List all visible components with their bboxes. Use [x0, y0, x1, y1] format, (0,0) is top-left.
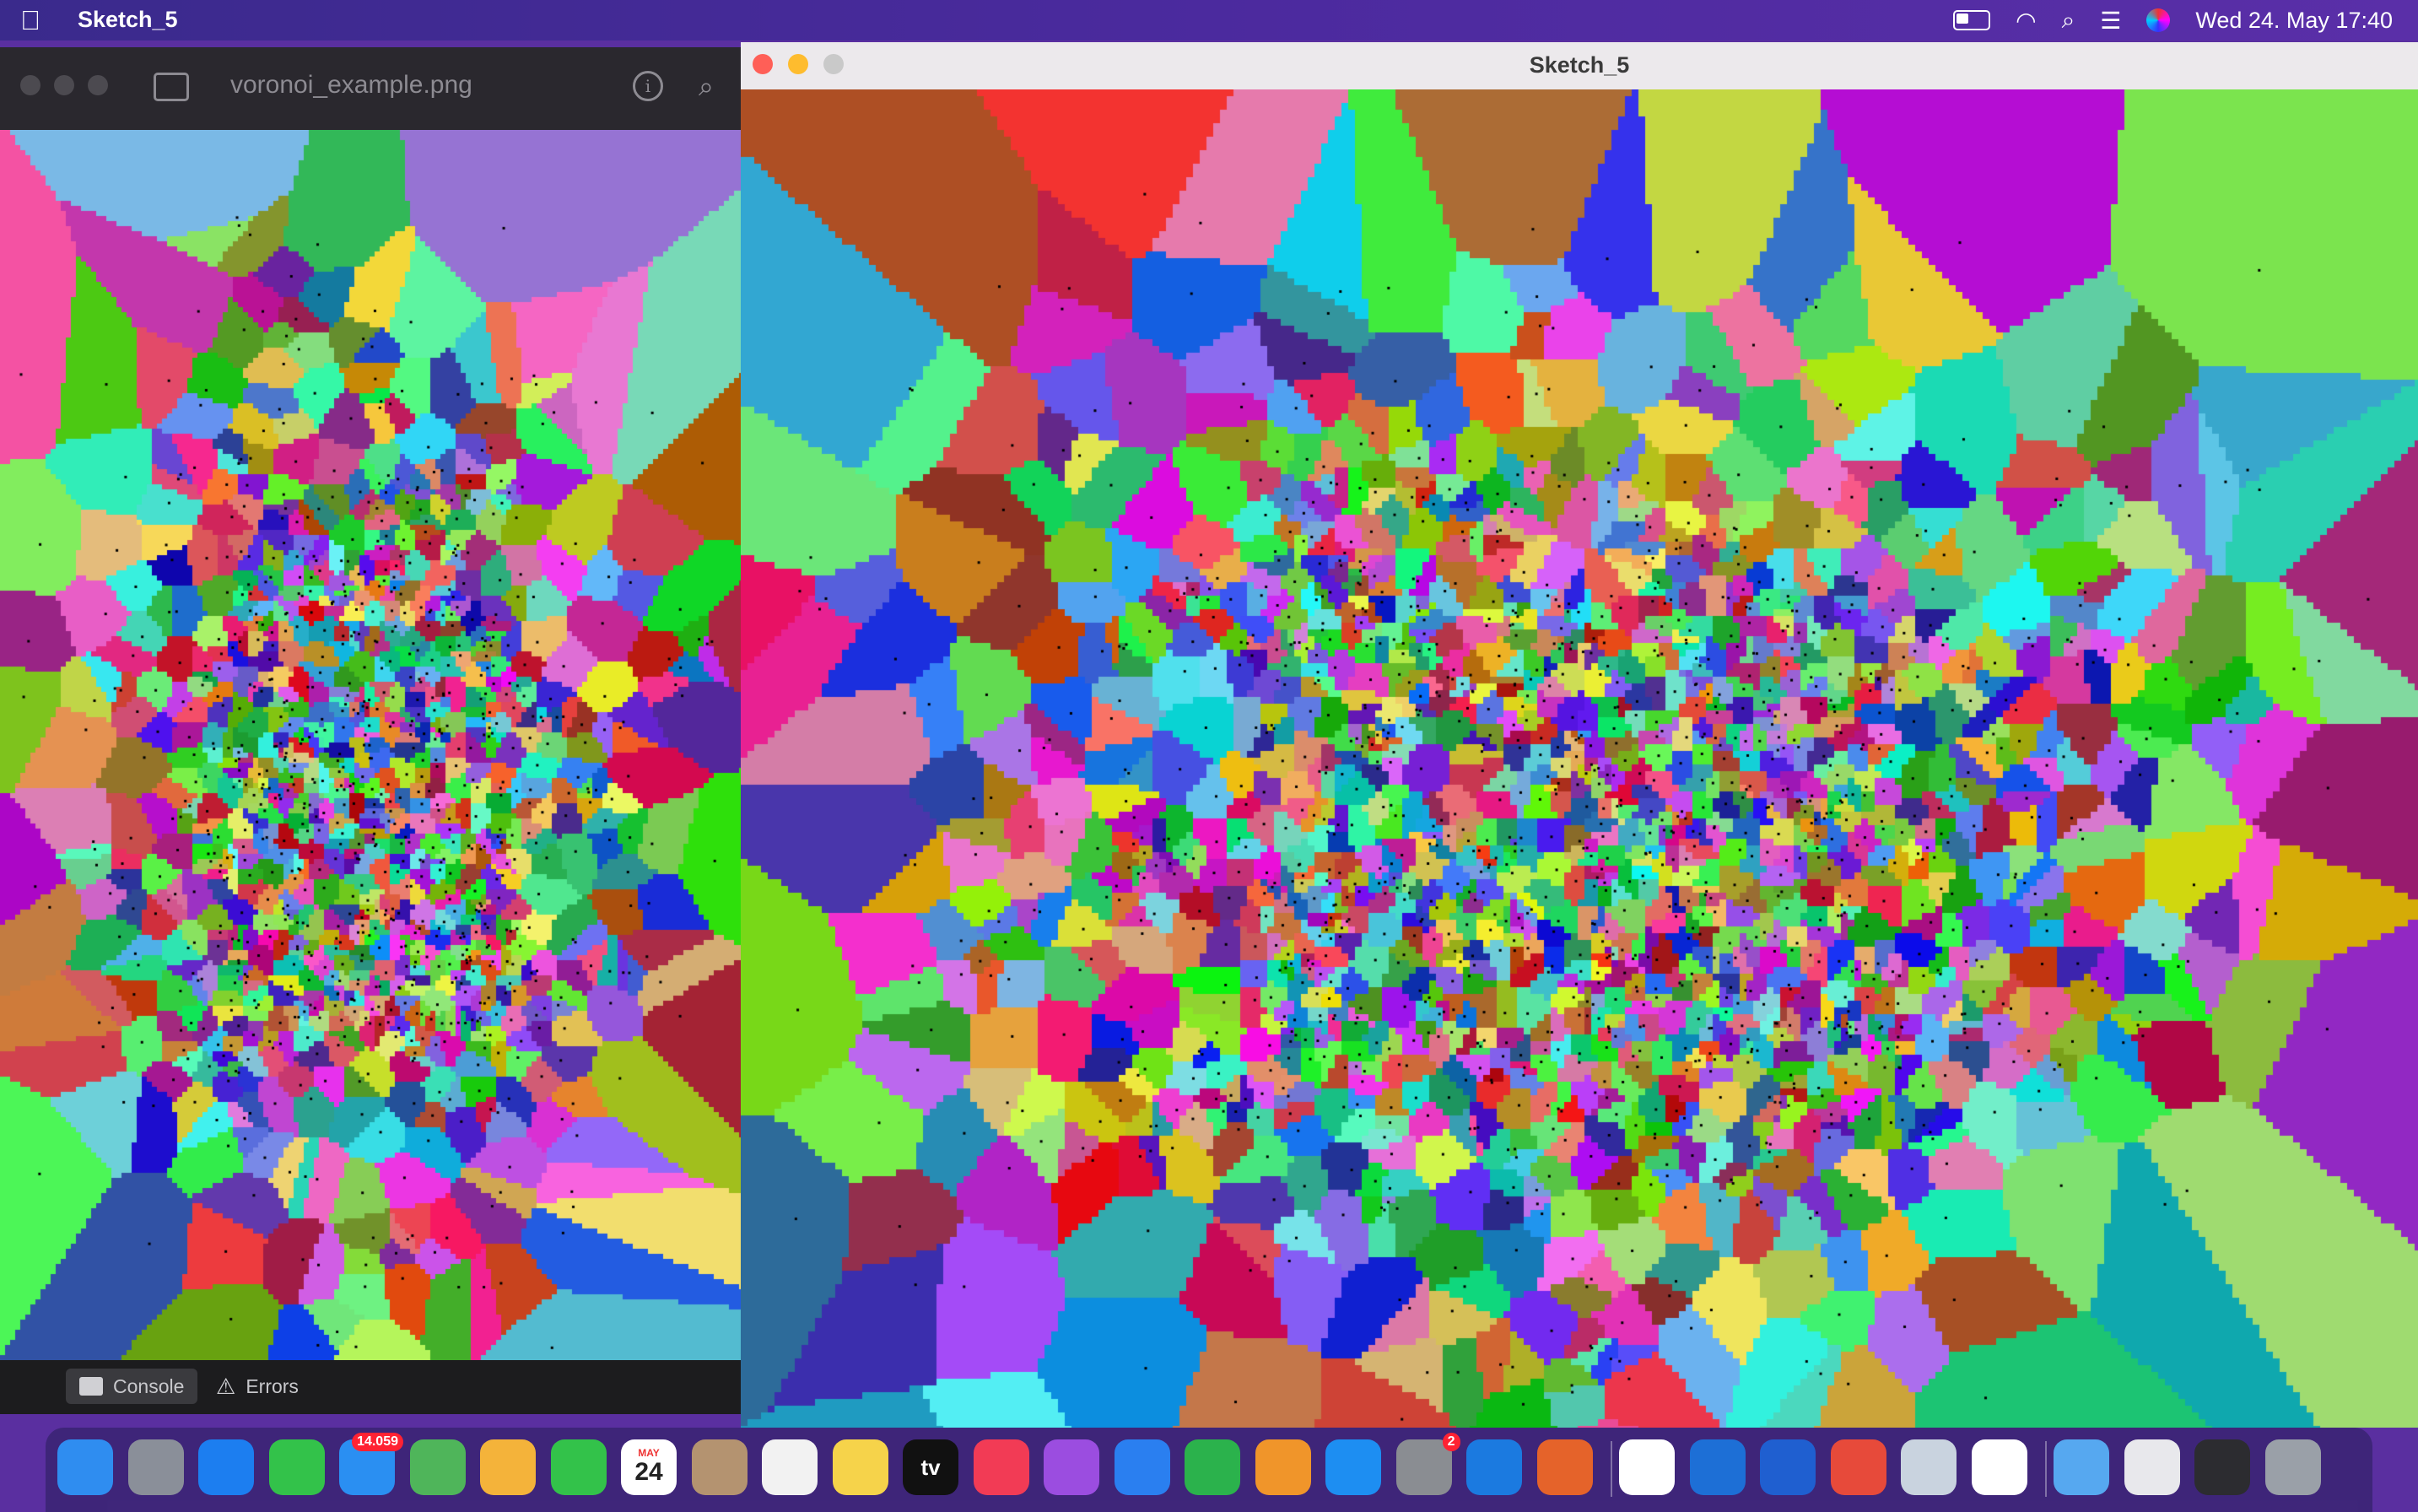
finder-icon[interactable] [57, 1439, 113, 1495]
notification-badge: 2 [1442, 1433, 1460, 1451]
menu-app-name[interactable]: Sketch_5 [78, 7, 178, 33]
calendar-day: 24 [634, 1458, 663, 1486]
wifi-icon[interactable]: ◠ [2016, 7, 2036, 35]
tab-console[interactable]: Console [66, 1369, 198, 1404]
xcode-icon[interactable] [1466, 1439, 1522, 1495]
vscode-icon[interactable] [1689, 1439, 1746, 1495]
notification-badge: 14.059 [352, 1433, 403, 1451]
maps-icon[interactable] [409, 1439, 466, 1495]
facetime-icon[interactable] [550, 1439, 607, 1495]
messages-icon[interactable] [268, 1439, 325, 1495]
voronoi-canvas[interactable] [741, 89, 2418, 1428]
battery-icon[interactable] [1953, 10, 1991, 30]
numbers-icon[interactable] [1185, 1439, 1240, 1495]
photos-icon[interactable] [480, 1439, 536, 1495]
calendar-month: MAY [638, 1447, 660, 1459]
sketch-window: Sketch_5 [741, 42, 2418, 1428]
zoom-search-icon[interactable]: ⌕ [699, 71, 714, 103]
podcasts-icon[interactable] [1044, 1439, 1099, 1495]
minimize-button[interactable] [54, 75, 74, 95]
preview-window: voronoi_example.png i ⌕ [0, 47, 741, 1364]
apple-icon[interactable]:  [20, 5, 40, 36]
preview-icon[interactable] [1901, 1439, 1957, 1495]
tab-errors[interactable]: ⚠ Errors [202, 1369, 312, 1404]
close-button[interactable] [20, 75, 40, 95]
processing-icon[interactable] [1760, 1439, 1816, 1495]
instruments-icon[interactable] [1830, 1439, 1886, 1495]
contacts-icon[interactable] [691, 1439, 748, 1495]
mail-icon[interactable]: 14.059 [339, 1433, 403, 1495]
keynote-icon[interactable] [1114, 1439, 1170, 1495]
calendar-icon[interactable]: MAY 24 [621, 1439, 677, 1495]
sketch-title: Sketch_5 [1529, 52, 1630, 78]
pages-icon[interactable] [1255, 1439, 1311, 1495]
reminders-icon[interactable] [762, 1439, 818, 1495]
chrome-icon[interactable] [1619, 1439, 1675, 1495]
preview-title: voronoi_example.png [230, 71, 472, 99]
voronoi-image [0, 130, 741, 1364]
sidebar-toggle-icon[interactable] [154, 73, 189, 101]
info-icon[interactable]: i [633, 71, 663, 101]
settings-icon[interactable]: 2 [1395, 1433, 1460, 1495]
dock: 14.059 MAY 24 tv 2 [46, 1428, 2372, 1512]
safari-icon[interactable] [198, 1439, 254, 1495]
sketch-titlebar: Sketch_5 [741, 42, 2418, 90]
menu-clock[interactable]: Wed 24. May 17:40 [2195, 8, 2393, 34]
dock-separator [1611, 1441, 1612, 1497]
music-icon[interactable] [973, 1439, 1029, 1495]
stack2-icon[interactable] [2194, 1439, 2250, 1495]
search-icon[interactable]: ⌕ [2062, 7, 2075, 35]
menu-bar:  Sketch_5 ◠ ⌕ ☰ Wed 24. May 17:40 [0, 0, 2418, 40]
console-bar: Console ⚠ Errors [0, 1360, 741, 1414]
quicktime-icon[interactable] [1971, 1439, 2027, 1495]
tv-icon[interactable]: tv [903, 1439, 958, 1495]
warning-icon: ⚠ [216, 1373, 236, 1399]
stack-icon[interactable] [2124, 1439, 2180, 1495]
trash-icon[interactable] [2264, 1439, 2321, 1495]
launchpad-icon[interactable] [127, 1439, 184, 1495]
app-store-icon[interactable] [1325, 1439, 1381, 1495]
firefox-icon[interactable] [1536, 1439, 1593, 1495]
folder-icon[interactable] [2054, 1439, 2109, 1495]
notes-icon[interactable] [832, 1439, 888, 1495]
control-center-icon[interactable]: ☰ [2100, 7, 2121, 35]
siri-icon[interactable] [2146, 8, 2171, 32]
tab-errors-label: Errors [246, 1374, 299, 1397]
dock-separator [2045, 1441, 2047, 1497]
terminal-icon [79, 1377, 103, 1396]
tv-label: tv [920, 1454, 941, 1480]
zoom-button[interactable] [88, 75, 108, 95]
tab-console-label: Console [113, 1374, 185, 1397]
preview-titlebar: voronoi_example.png i ⌕ [0, 47, 741, 130]
